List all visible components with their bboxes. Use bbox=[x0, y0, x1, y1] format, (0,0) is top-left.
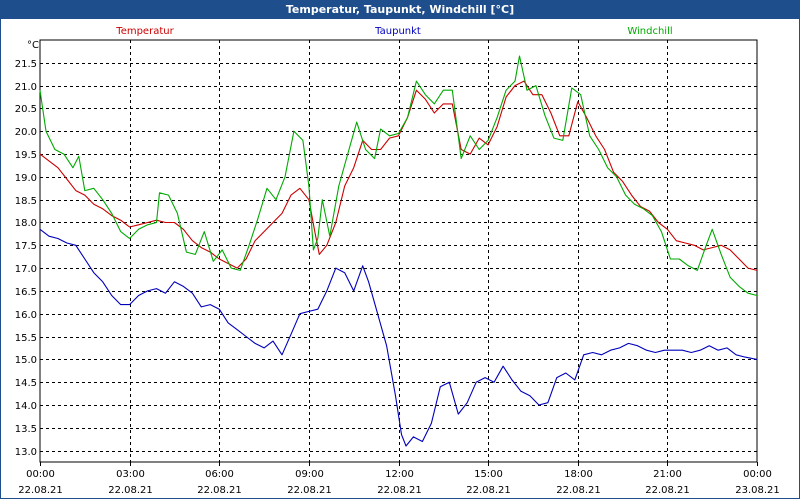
y-tick-label: 18.5 bbox=[15, 196, 37, 207]
x-tick-label-date: 22.08.21 bbox=[556, 485, 601, 496]
x-axis: 00:00 22.08.21 03:00 22.08.21 06:00 22.08.21 0… bbox=[18, 462, 780, 496]
x-tick-label-time: 12:00 bbox=[385, 469, 414, 480]
legend-item-temperatur: Temperatur bbox=[115, 26, 174, 37]
x-tick-label-time: 00:00 bbox=[743, 469, 772, 480]
y-tick-label: 16.0 bbox=[15, 310, 37, 321]
y-tick-label: 14.5 bbox=[15, 378, 37, 389]
y-tick-label: 13.0 bbox=[15, 447, 37, 458]
x-tick-label-date: 22.08.21 bbox=[377, 485, 422, 496]
y-tick-label: 17.5 bbox=[15, 241, 37, 252]
x-tick-label-date: 22.08.21 bbox=[108, 485, 153, 496]
legend-item-taupunkt: Taupunkt bbox=[374, 26, 421, 37]
y-tick-label: 21.0 bbox=[15, 82, 37, 93]
x-tick-label-time: 21:00 bbox=[653, 469, 682, 480]
x-tick-label-date: 22.08.21 bbox=[287, 485, 332, 496]
series-lines bbox=[39, 55, 758, 447]
x-tick-label-date: 22.08.21 bbox=[18, 485, 63, 496]
y-tick-label: 19.5 bbox=[15, 150, 37, 161]
y-tick-label: 13.5 bbox=[15, 424, 37, 435]
x-tick-label-time: 18:00 bbox=[564, 469, 593, 480]
y-tick-label: 15.5 bbox=[15, 333, 37, 344]
x-tick-label-time: 15:00 bbox=[474, 469, 503, 480]
series-line-windchill bbox=[39, 55, 758, 297]
y-tick-label: 18.0 bbox=[15, 218, 37, 229]
x-tick-label-date: 22.08.21 bbox=[197, 485, 242, 496]
y-tick-label: 15.0 bbox=[15, 355, 37, 366]
y-tick-label: 20.5 bbox=[15, 104, 37, 115]
x-tick-label-time: 03:00 bbox=[116, 469, 145, 480]
x-tick-label-date: 23.08.21 bbox=[735, 485, 780, 496]
legend: Temperatur Taupunkt Windchill bbox=[115, 26, 672, 37]
x-tick-label-date: 22.08.21 bbox=[645, 485, 690, 496]
x-tick-label-time: 09:00 bbox=[295, 469, 324, 480]
plot-border bbox=[39, 39, 758, 463]
y-tick-label: 14.0 bbox=[15, 401, 37, 412]
line-chart: 13.0 13.5 14.0 14.5 15.0 15.5 16.0 16.5 17.0 17.5… bbox=[15, 26, 780, 496]
x-tick-label-date: 22.08.21 bbox=[466, 485, 511, 496]
series-line-taupunkt bbox=[39, 228, 758, 447]
grid-lines bbox=[39, 39, 758, 463]
y-axis-unit-label: °C bbox=[27, 40, 39, 51]
y-tick-label: 20.0 bbox=[15, 127, 37, 138]
legend-item-windchill: Windchill bbox=[627, 26, 672, 37]
y-tick-label: 19.0 bbox=[15, 173, 37, 184]
series-line-temperatur bbox=[39, 80, 758, 271]
x-tick-label-time: 06:00 bbox=[205, 469, 234, 480]
y-axis: 13.0 13.5 14.0 14.5 15.0 15.5 16.0 16.5 17.0 17.5… bbox=[15, 59, 37, 458]
y-tick-label: 21.5 bbox=[15, 59, 37, 70]
x-tick-label-time: 00:00 bbox=[26, 469, 55, 480]
y-tick-label: 16.5 bbox=[15, 287, 37, 298]
y-tick-label: 17.0 bbox=[15, 264, 37, 275]
